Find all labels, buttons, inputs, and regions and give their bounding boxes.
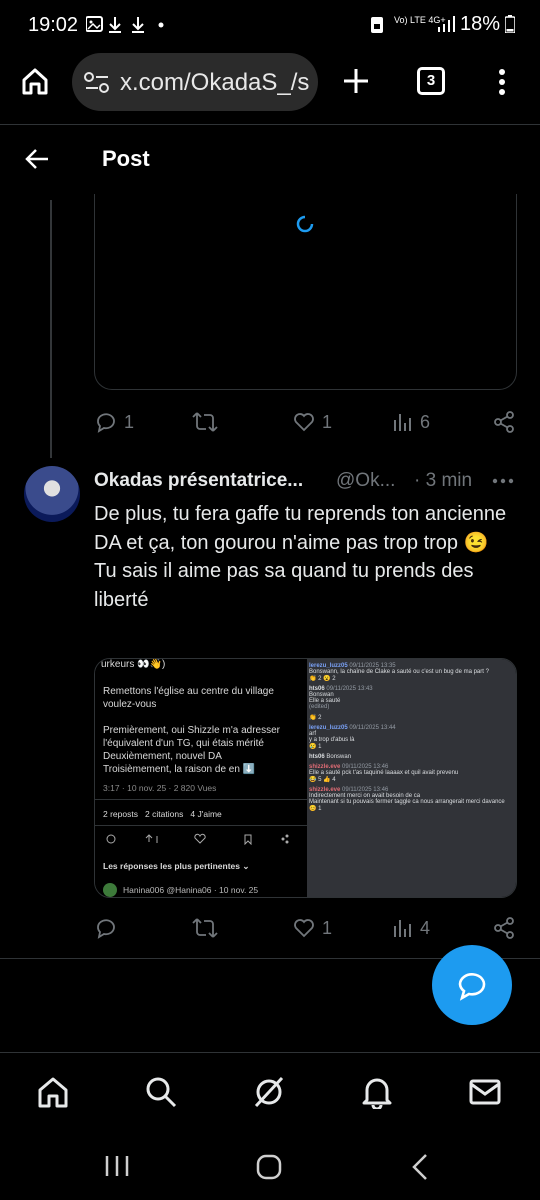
media-left-meta: 3:17 · 10 nov. 25 · 2 820 Vues (103, 783, 217, 793)
address-bar[interactable]: x.com/OkadaS_/s (72, 53, 318, 111)
compose-reply-button[interactable] (432, 945, 512, 1025)
share-icon[interactable] (492, 410, 516, 434)
chat-message: shizzle.eve 09/11/2025 13:46 Elle a saut… (309, 764, 459, 783)
chat-message: lerezu_luzz05 09/11/2025 13:44 arf y a t… (309, 725, 396, 750)
post-time: · 3 min (414, 470, 473, 491)
more-options-icon[interactable] (492, 478, 514, 484)
bottom-nav (0, 1052, 540, 1133)
system-home-icon[interactable] (256, 1154, 282, 1180)
chat-message: 👏 2 (309, 715, 322, 721)
tab-switcher-button[interactable]: 3 (417, 67, 445, 95)
reply-action[interactable] (94, 916, 124, 940)
like-action[interactable]: 1 (292, 410, 332, 434)
battery-icon (505, 15, 515, 33)
grok-icon[interactable] (252, 1075, 286, 1109)
heart-icon (292, 916, 316, 940)
chat-message: hts06 09/11/2025 13:43 Bonswan Elle a sa… (309, 686, 373, 710)
search-icon[interactable] (144, 1075, 178, 1109)
back-arrow-icon[interactable] (24, 146, 50, 172)
toolbar-divider (0, 124, 540, 125)
chat-message: shizzle.eve 09/11/2025 13:46 Indirecteme… (309, 787, 505, 812)
repost-icon (192, 916, 218, 940)
site-settings-icon[interactable] (84, 72, 110, 94)
status-time: 19:02 (28, 14, 79, 36)
bell-icon[interactable] (360, 1075, 394, 1109)
views-action[interactable]: 6 (392, 410, 430, 434)
media-left-best-replies: Les réponses les plus pertinentes ⌄ (103, 861, 250, 871)
display-name[interactable]: Okadas présentatrice... (94, 470, 303, 492)
avatar[interactable] (24, 466, 80, 522)
browser-home-icon[interactable] (20, 66, 50, 96)
reply-bubble-icon (456, 969, 488, 1001)
media-left-line2: Premièrement, oui Shizzle m'a adresser l… (103, 725, 280, 775)
recent-apps-icon[interactable] (104, 1154, 130, 1178)
user-handle[interactable]: @Ok... (336, 470, 395, 492)
views-action[interactable]: 4 (392, 916, 430, 940)
thread-line (50, 200, 52, 458)
media-left-reply-author: Hanina006 @Hanina06 · 10 nov. 25 (123, 885, 259, 895)
post-text: De plus, tu fera gaffe tu reprends ton a… (94, 503, 507, 611)
media-left-top-line: urkeurs 👀👋) (101, 659, 166, 670)
repost-icon (192, 410, 218, 434)
media-left-divider (95, 799, 307, 800)
notification-icons (86, 15, 166, 35)
views-icon (392, 916, 414, 940)
battery-percent: 18% (460, 13, 501, 35)
url-text[interactable]: x.com/OkadaS_/s (120, 69, 309, 97)
media-left-divider-2 (95, 825, 307, 826)
home-icon[interactable] (36, 1075, 70, 1109)
lock-icon (370, 16, 384, 34)
repost-action[interactable] (192, 410, 224, 434)
status-bar: 19:02 Vo) LTE 4G+ 18% (0, 0, 540, 50)
media-left-actions (105, 833, 295, 845)
like-action[interactable]: 1 (292, 916, 332, 940)
views-icon (392, 410, 414, 434)
browser-menu-icon[interactable] (498, 68, 506, 96)
reply-icon (94, 916, 118, 940)
media-screenshot-left: urkeurs 👀👋) Remettons l'église au centre… (95, 659, 307, 897)
media-screenshot-right: lerezu_luzz05 09/11/2025 13:35 Bonswann,… (307, 659, 516, 897)
new-tab-icon[interactable] (342, 67, 370, 95)
video-card[interactable] (94, 194, 517, 390)
views-count: 6 (420, 411, 431, 432)
like-count: 1 (322, 917, 333, 938)
share-icon[interactable] (492, 916, 516, 940)
reply-count: 1 (124, 411, 135, 432)
reply-icon (94, 410, 118, 434)
chat-message: hts06 Bonswan (309, 754, 352, 760)
chat-message: lerezu_luzz05 09/11/2025 13:35 Bonswann,… (309, 663, 489, 682)
mail-icon[interactable] (468, 1075, 502, 1109)
post-media[interactable]: urkeurs 👀👋) Remettons l'église au centre… (94, 658, 517, 898)
loading-spinner-icon (295, 214, 315, 234)
media-left-stats: 2 reposts 2 citations 4 J'aime (103, 809, 222, 819)
signal-icon (437, 15, 455, 33)
reply-action[interactable]: 1 (94, 410, 134, 434)
heart-icon (292, 410, 316, 434)
chat-messages: lerezu_luzz05 09/11/2025 13:35 Bonswann,… (309, 663, 511, 816)
like-count: 1 (322, 411, 333, 432)
repost-action[interactable] (192, 916, 224, 940)
system-back-icon[interactable] (410, 1153, 430, 1181)
media-left-reply-avatar (103, 883, 117, 897)
browser-toolbar: x.com/OkadaS_/s 3 (0, 50, 540, 122)
views-count: 4 (420, 917, 431, 938)
media-left-line1: Remettons l'église au centre du village … (103, 686, 274, 710)
system-nav (0, 1132, 540, 1200)
page-title: Post (102, 146, 150, 171)
